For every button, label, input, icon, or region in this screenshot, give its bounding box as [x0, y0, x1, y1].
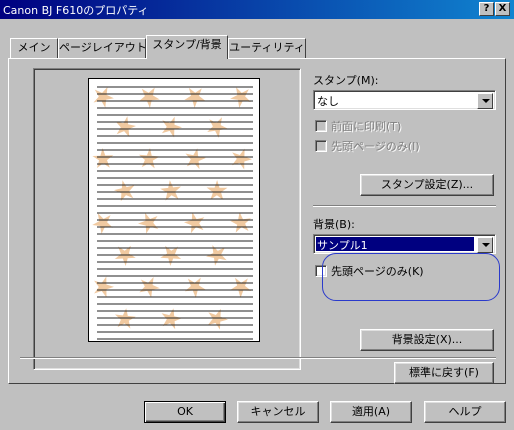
background-label: 背景(B):: [313, 218, 355, 231]
star-shape: [139, 277, 160, 298]
star-shape: [185, 148, 206, 170]
background-settings-button[interactable]: 背景設定(X)...: [360, 329, 494, 351]
stamp-label: スタンプ(M):: [313, 74, 379, 87]
stamp-select-value: なし: [317, 95, 339, 108]
star-shape: [232, 148, 252, 170]
star-shape: [160, 180, 181, 201]
star-shape: [114, 180, 135, 202]
star-shape: [92, 148, 114, 169]
stamp-dropdown-arrow-icon[interactable]: [477, 93, 493, 109]
star-shape: [184, 212, 205, 234]
star-shape: [230, 87, 251, 108]
background-select-value: サンプル1: [317, 239, 368, 252]
close-title-button[interactable]: X: [495, 2, 510, 16]
highlight-annotation: [322, 253, 500, 301]
ok-button[interactable]: OK: [144, 401, 226, 423]
star-shape: [161, 116, 182, 138]
star-shape: [138, 148, 160, 169]
star-shape: [160, 245, 182, 266]
group-separator: [313, 205, 496, 207]
star-shape: [114, 245, 136, 266]
star-shape: [138, 212, 159, 234]
background-dropdown-arrow-icon[interactable]: [477, 237, 493, 253]
tab-utility[interactable]: ユーティリティ: [228, 38, 306, 58]
star-shape: [206, 180, 228, 200]
stamp-select[interactable]: なし: [313, 90, 496, 110]
help-title-button[interactable]: ?: [479, 2, 494, 16]
star-shape: [92, 213, 113, 234]
star-shape: [207, 117, 228, 138]
star-shape: [93, 87, 114, 108]
star-shape: [184, 87, 206, 108]
stamp-first-page-checkbox[interactable]: [315, 140, 327, 152]
restore-defaults-button[interactable]: 標準に戻す(F): [394, 362, 494, 384]
stamp-settings-button[interactable]: スタンプ設定(Z)...: [360, 174, 494, 196]
apply-button[interactable]: 適用(A): [330, 401, 412, 423]
star-shape: [184, 277, 206, 298]
bottom-separator: [20, 357, 496, 359]
star-shape: [207, 308, 228, 330]
cancel-button[interactable]: キャンセル: [237, 401, 319, 423]
stamp-first-page-label: 先頭ページのみ(I): [331, 140, 420, 153]
front-print-checkbox[interactable]: [315, 120, 327, 132]
tab-main[interactable]: メイン: [10, 38, 58, 58]
help-button[interactable]: ヘルプ: [424, 401, 506, 423]
star-shape: [138, 87, 160, 108]
star-shape: [94, 276, 114, 298]
background-select[interactable]: サンプル1: [313, 234, 496, 254]
tab-page-layout[interactable]: ページレイアウト: [58, 38, 147, 58]
star-shape: [230, 212, 251, 233]
background-preview-image: [92, 86, 253, 340]
tab-stamp-background[interactable]: スタンプ/背景: [146, 35, 228, 59]
window-title: Canon BJ F610のプロパティ: [3, 4, 149, 17]
title-bar[interactable]: Canon BJ F610のプロパティ ? X: [0, 0, 514, 19]
star-shape: [115, 116, 136, 138]
front-print-label: 前面に印刷(T): [331, 120, 402, 133]
preview-page: [88, 78, 260, 342]
star-shape: [230, 277, 252, 298]
